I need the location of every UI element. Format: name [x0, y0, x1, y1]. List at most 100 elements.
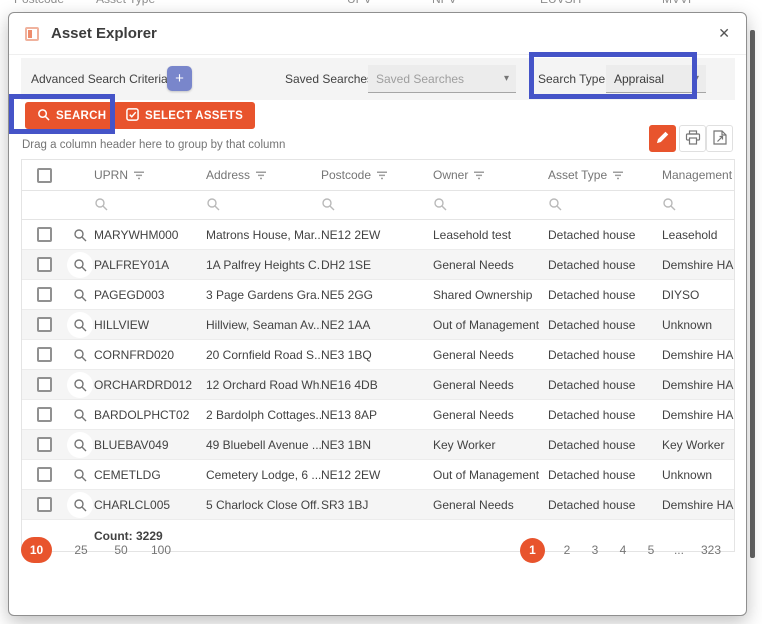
cell-management: Unknown	[662, 468, 734, 482]
row-detail-button[interactable]	[67, 492, 93, 518]
page-number[interactable]: 323	[701, 543, 721, 557]
table-row: BLUEBAV049 49 Bluebell Avenue ... NE3 1B…	[22, 430, 734, 460]
cell-address: 20 Cornfield Road S...	[206, 348, 321, 362]
select-all-checkbox[interactable]	[37, 168, 52, 183]
row-detail-button[interactable]	[67, 402, 93, 428]
edit-columns-button[interactable]	[649, 125, 676, 152]
header-filter-icon[interactable]	[377, 171, 387, 180]
row-checkbox[interactable]	[37, 407, 52, 422]
background-column-fragment: EUVSH	[540, 0, 581, 6]
column-filter-input[interactable]	[206, 197, 321, 214]
table-body: MARYWHM000 Matrons House, Mar... NE12 2E…	[22, 220, 734, 520]
page-number[interactable]: 4	[617, 543, 629, 557]
column-filter-input[interactable]	[548, 197, 662, 214]
row-checkbox[interactable]	[37, 467, 52, 482]
header-filter-icon[interactable]	[613, 171, 623, 180]
saved-searches-dropdown[interactable]: Saved Searches ▾	[368, 65, 516, 93]
header-filter-icon[interactable]	[474, 171, 484, 180]
table-row: PALFREY01A 1A Palfrey Heights C... DH2 1…	[22, 250, 734, 280]
column-header[interactable]: Address	[206, 168, 321, 182]
row-checkbox[interactable]	[37, 227, 52, 242]
add-criteria-button[interactable]: +	[167, 66, 192, 91]
row-detail-button[interactable]	[67, 282, 93, 308]
cell-address: Cemetery Lodge, 6 ...	[206, 468, 321, 482]
row-detail-button[interactable]	[67, 252, 93, 278]
row-detail-button[interactable]	[67, 342, 93, 368]
cell-address: 2 Bardolph Cottages...	[206, 408, 321, 422]
page-size-option[interactable]: 100	[150, 543, 172, 557]
row-checkbox[interactable]	[37, 347, 52, 362]
column-header[interactable]: Postcode	[321, 168, 433, 182]
cell-uprn: HILLVIEW	[94, 318, 206, 332]
column-header[interactable]: Owner	[433, 168, 548, 182]
column-header[interactable]: Asset Type	[548, 168, 662, 182]
cell-owner: Out of Management	[433, 468, 548, 482]
row-checkbox[interactable]	[37, 497, 52, 512]
export-file-icon	[713, 130, 727, 148]
background-column-fragment: Postcode	[14, 0, 64, 6]
page-number[interactable]: ...	[673, 543, 685, 557]
pagination-bar: 10 25 50 100 1 2 3 4 5... 323	[21, 535, 735, 565]
page-size-option[interactable]: 50	[110, 543, 132, 557]
cell-management: Demshire HA	[662, 408, 734, 422]
column-filter-input[interactable]	[433, 197, 548, 214]
cell-address: 3 Page Gardens Gra...	[206, 288, 321, 302]
row-detail-button[interactable]	[67, 432, 93, 458]
cell-management: Demshire HA	[662, 348, 734, 362]
search-icon	[94, 197, 108, 214]
cell-uprn: CHARLCL005	[94, 498, 206, 512]
table-header-row: UPRN Address Postcode Owner Asset Type	[22, 160, 734, 191]
column-header[interactable]: UPRN	[94, 168, 206, 182]
page-size-option[interactable]: 25	[70, 543, 92, 557]
cell-management: DIYSO	[662, 288, 734, 302]
print-button[interactable]	[679, 125, 706, 152]
table-row: ORCHARDRD012 12 Orchard Road Wh... NE16 …	[22, 370, 734, 400]
export-icon[interactable]	[706, 125, 733, 152]
page-number[interactable]: 3	[589, 543, 601, 557]
search-icon	[321, 197, 335, 214]
row-detail-button[interactable]	[67, 462, 93, 488]
page-number[interactable]: 2	[561, 543, 573, 557]
cell-uprn: PAGEGD003	[94, 288, 206, 302]
advanced-search-criteria-label: Advanced Search Criteria	[31, 72, 168, 86]
close-icon[interactable]: ✕	[718, 25, 730, 42]
row-detail-button[interactable]	[67, 312, 93, 338]
pencil-icon	[656, 131, 669, 147]
page-number[interactable]: 1	[520, 538, 545, 563]
row-checkbox[interactable]	[37, 317, 52, 332]
page-scrollbar[interactable]	[750, 30, 755, 558]
cell-owner: General Needs	[433, 408, 548, 422]
row-checkbox[interactable]	[37, 377, 52, 392]
background-column-fragment: NPV	[432, 0, 457, 6]
search-button[interactable]: SEARCH	[25, 102, 118, 129]
cell-asset-type: Detached house	[548, 438, 662, 452]
cell-address: Matrons House, Mar...	[206, 228, 321, 242]
row-detail-button[interactable]	[67, 372, 93, 398]
header-filter-icon[interactable]	[134, 171, 144, 180]
search-type-dropdown[interactable]: Appraisal ▾	[606, 65, 706, 93]
column-filter-input[interactable]	[94, 197, 206, 214]
cell-postcode: NE3 1BN	[321, 438, 433, 452]
cell-postcode: DH2 1SE	[321, 258, 433, 272]
search-type-label: Search Type	[538, 72, 605, 86]
page-size-option[interactable]: 10	[21, 537, 52, 563]
column-filter-input[interactable]	[321, 197, 433, 214]
row-checkbox[interactable]	[37, 257, 52, 272]
table-row: PAGEGD003 3 Page Gardens Gra... NE5 2GG …	[22, 280, 734, 310]
row-detail-button[interactable]	[67, 222, 93, 248]
select-assets-button[interactable]: SELECT ASSETS	[114, 102, 255, 129]
cell-owner: Leasehold test	[433, 228, 548, 242]
cell-postcode: NE12 2EW	[321, 468, 433, 482]
cell-postcode: NE2 1AA	[321, 318, 433, 332]
column-filter-input[interactable]	[662, 197, 734, 214]
column-header-label: Owner	[433, 168, 468, 182]
row-checkbox[interactable]	[37, 437, 52, 452]
page-number[interactable]: 5	[645, 543, 657, 557]
search-icon	[37, 108, 50, 124]
chevron-down-icon: ▾	[497, 73, 516, 84]
header-filter-icon[interactable]	[256, 171, 266, 180]
search-icon	[662, 197, 676, 214]
cell-address: 49 Bluebell Avenue ...	[206, 438, 321, 452]
row-checkbox[interactable]	[37, 287, 52, 302]
column-header[interactable]: Management	[662, 168, 734, 182]
